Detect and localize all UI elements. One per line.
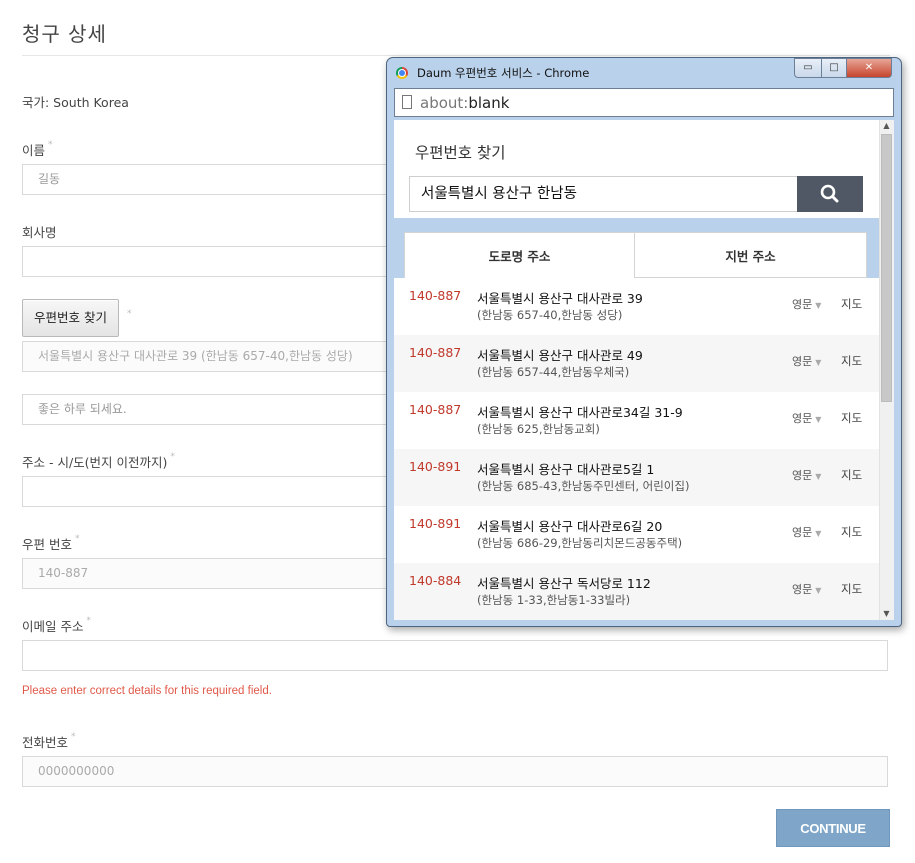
maximize-button[interactable]: □ <box>821 58 847 78</box>
required-mark: * <box>127 309 132 319</box>
scrollbar-thumb[interactable] <box>881 134 892 402</box>
chevron-down-icon: ▼ <box>815 415 822 424</box>
result-address[interactable]: 서울특별시 용산구 독서당로 112 <box>477 573 651 592</box>
map-link[interactable]: 지도 <box>841 296 862 312</box>
result-lot-address: (한남동 1-33,한남동1-33빌라) <box>477 593 631 607</box>
city-label: 주소 - 시/도(번지 이전까지) * <box>22 452 175 470</box>
minimize-button[interactable]: ▭ <box>794 58 822 78</box>
result-row[interactable]: 140-891 서울특별시 용산구 대사관로6길 20 (한남동 686-29,… <box>394 506 879 563</box>
chevron-down-icon: ▼ <box>815 529 822 538</box>
result-address[interactable]: 서울특별시 용산구 대사관로6길 20 <box>477 516 662 535</box>
search-title: 우편번호 찾기 <box>415 144 506 162</box>
popup-window-title: Daum 우편번호 서비스 - Chrome <box>417 66 590 80</box>
english-dropdown[interactable]: 영문 ▼ <box>792 524 821 540</box>
tab-lot-address[interactable]: 지번 주소 <box>635 232 867 278</box>
url-text: about:blank <box>420 94 510 112</box>
result-zip[interactable]: 140-891 <box>409 516 461 531</box>
english-dropdown[interactable]: 영문 ▼ <box>792 581 821 597</box>
chrome-icon <box>396 67 408 79</box>
chevron-down-icon: ▼ <box>815 358 822 367</box>
email-label: 이메일 주소 * <box>22 616 91 634</box>
page-icon <box>402 95 412 109</box>
chevron-down-icon: ▼ <box>815 301 822 310</box>
result-row[interactable]: 140-891 서울특별시 용산구 대사관로5길 1 (한남동 685-43,한… <box>394 449 879 506</box>
search-button[interactable] <box>797 176 863 212</box>
title-divider <box>22 55 890 56</box>
result-lot-address: (한남동 657-44,한남동우체국) <box>477 365 630 379</box>
result-zip[interactable]: 140-887 <box>409 288 461 303</box>
result-zip[interactable]: 140-884 <box>409 573 461 588</box>
result-lot-address: (한남동 625,한남동교회) <box>477 422 600 436</box>
result-zip[interactable]: 140-887 <box>409 345 461 360</box>
english-dropdown[interactable]: 영문 ▼ <box>792 296 821 312</box>
postal-label: 우편 번호 * <box>22 534 80 552</box>
english-dropdown[interactable]: 영문 ▼ <box>792 410 821 426</box>
tab-road-address[interactable]: 도로명 주소 <box>404 232 635 278</box>
country-text: 국가: South Korea <box>22 95 129 110</box>
name-label: 이름 * <box>22 140 53 158</box>
phone-input[interactable]: 0000000000 <box>22 756 888 787</box>
result-row[interactable]: 140-887 서울특별시 용산구 대사관로34길 31-9 (한남동 625,… <box>394 392 879 449</box>
address-bar[interactable]: about:blank <box>394 88 894 117</box>
result-zip[interactable]: 140-887 <box>409 402 461 417</box>
scroll-down-icon[interactable]: ▼ <box>880 609 893 618</box>
english-dropdown[interactable]: 영문 ▼ <box>792 467 821 483</box>
popup-content: 우편번호 찾기 서울특별시 용산구 한남동 도로명 주소 지번 주소 140-8… <box>394 120 894 620</box>
close-button[interactable]: ✕ <box>846 58 892 78</box>
map-link[interactable]: 지도 <box>841 353 862 369</box>
company-label: 회사명 <box>22 225 57 240</box>
map-link[interactable]: 지도 <box>841 524 862 540</box>
required-mark: * <box>48 140 53 150</box>
phone-label: 전화번호 * <box>22 732 76 750</box>
scroll-up-icon[interactable]: ▲ <box>880 121 893 130</box>
result-address[interactable]: 서울특별시 용산구 대사관로34길 31-9 <box>477 402 683 421</box>
required-mark: * <box>170 452 175 462</box>
result-address[interactable]: 서울특별시 용산구 대사관로 49 <box>477 345 643 364</box>
result-row[interactable]: 140-884 서울특별시 용산구 독서당로 112 (한남동 1-33,한남동… <box>394 563 879 620</box>
email-input[interactable] <box>22 640 888 671</box>
required-mark: * <box>71 732 76 742</box>
page-title: 청구 상세 <box>22 22 107 46</box>
postcode-search-button[interactable]: 우편번호 찾기 <box>22 299 119 337</box>
result-lot-address: (한남동 686-29,한남동리치몬드공동주택) <box>477 536 683 550</box>
search-input[interactable]: 서울특별시 용산구 한남동 <box>409 176 798 212</box>
result-address[interactable]: 서울특별시 용산구 대사관로 39 <box>477 288 643 307</box>
map-link[interactable]: 지도 <box>841 581 862 597</box>
chevron-down-icon: ▼ <box>815 586 822 595</box>
search-icon <box>820 184 839 203</box>
email-error-message: Please enter correct details for this re… <box>22 685 272 697</box>
result-zip[interactable]: 140-891 <box>409 459 461 474</box>
required-mark: * <box>86 616 91 626</box>
result-address[interactable]: 서울특별시 용산구 대사관로5길 1 <box>477 459 654 478</box>
result-lot-address: (한남동 685-43,한남동주민센터, 어린이집) <box>477 479 690 493</box>
map-link[interactable]: 지도 <box>841 410 862 426</box>
postcode-popup-window: Daum 우편번호 서비스 - Chrome ▭ □ ✕ about:blank… <box>386 57 902 627</box>
map-link[interactable]: 지도 <box>841 467 862 483</box>
required-mark: * <box>74 534 80 544</box>
result-row[interactable]: 140-887 서울특별시 용산구 대사관로 49 (한남동 657-44,한남… <box>394 335 879 392</box>
results-list: 140-887 서울특별시 용산구 대사관로 39 (한남동 657-40,한남… <box>394 278 879 620</box>
result-lot-address: (한남동 657-40,한남동 성당) <box>477 308 623 322</box>
result-row[interactable]: 140-887 서울특별시 용산구 대사관로 39 (한남동 657-40,한남… <box>394 278 879 335</box>
english-dropdown[interactable]: 영문 ▼ <box>792 353 821 369</box>
chevron-down-icon: ▼ <box>815 472 822 481</box>
continue-button[interactable]: CONTINUE <box>776 809 890 847</box>
